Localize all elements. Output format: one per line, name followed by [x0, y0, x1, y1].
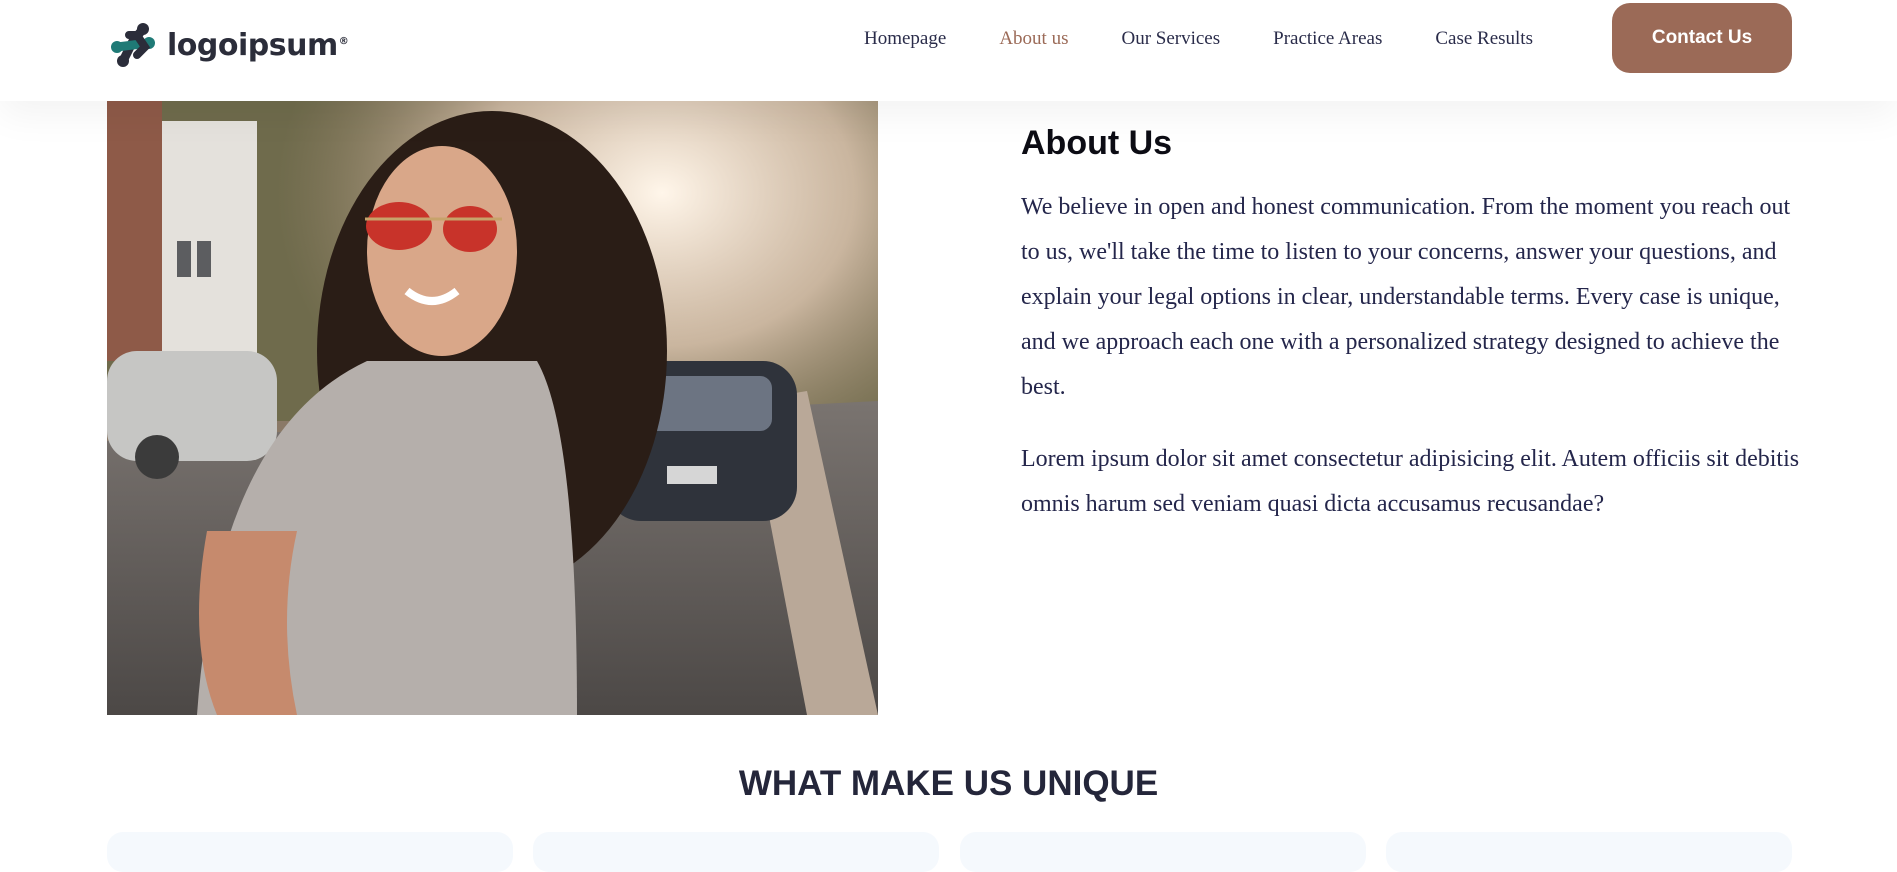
nav-link-case-results[interactable]: Case Results — [1435, 28, 1533, 50]
nav-link-our-services[interactable]: Our Services — [1121, 28, 1220, 50]
nav-link-about-us[interactable]: About us — [999, 28, 1068, 50]
contact-us-button[interactable]: Contact Us — [1612, 3, 1792, 73]
about-paragraph-1: We believe in open and honest communicat… — [1021, 194, 1791, 400]
unique-card-2 — [533, 832, 939, 872]
unique-card-3 — [960, 832, 1366, 872]
site-header: logoipsum® Homepage About us Our Service… — [0, 0, 1897, 101]
woman-portrait-image — [107, 101, 878, 715]
about-paragraph-2: Lorem ipsum dolor sit amet consectetur a… — [1021, 446, 1800, 517]
nav-link-homepage[interactable]: Homepage — [864, 28, 946, 50]
nav-link-practice-areas[interactable]: Practice Areas — [1273, 28, 1382, 50]
unique-card-1 — [107, 832, 513, 872]
logo-mark-icon — [111, 23, 155, 67]
unique-card-4 — [1386, 832, 1792, 872]
brand-name: logoipsum® — [167, 27, 349, 63]
about-photo — [107, 101, 878, 715]
brand-logo[interactable]: logoipsum® — [109, 21, 349, 69]
main-nav: Homepage About us Our Services Practice … — [864, 25, 1586, 53]
about-section: About Us We believe in open and honest c… — [1021, 124, 1801, 527]
about-title: About Us — [1021, 124, 1173, 162]
unique-section-title: WHAT MAKE US UNIQUE — [738, 764, 1159, 803]
